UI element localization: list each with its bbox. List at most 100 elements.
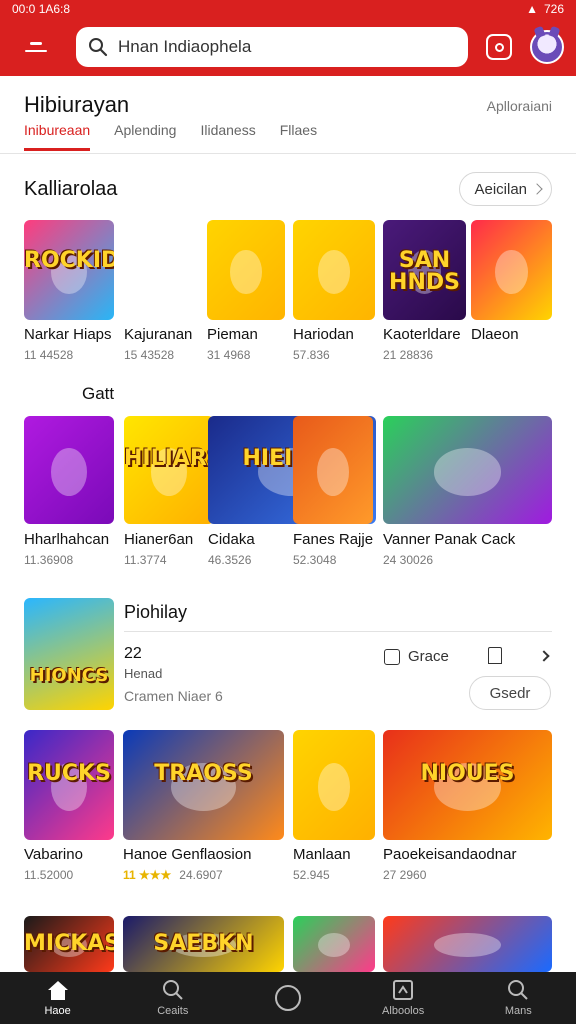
game-meta: 31 4968 bbox=[207, 348, 250, 362]
game-meta-value: 11 44528 bbox=[24, 348, 74, 362]
section-title: Kalliarolaa bbox=[24, 178, 118, 200]
game-name: Cidaka bbox=[208, 531, 255, 548]
game-meta: 11 44528 bbox=[24, 348, 73, 362]
featured-art-text: HIONCS bbox=[29, 665, 109, 687]
section-more-button[interactable]: Aeicilan bbox=[459, 172, 552, 206]
page-header: Hibiurayan Aplloraiani Inibureaan Aplend… bbox=[0, 76, 576, 154]
nav-home[interactable]: Haoe bbox=[8, 979, 108, 1017]
game-meta-value: 46.3526 bbox=[208, 553, 252, 567]
game-tile[interactable] bbox=[124, 220, 200, 320]
game-tile[interactable] bbox=[471, 220, 552, 320]
game-art-text: SAN HNDS bbox=[389, 248, 460, 295]
game-tile[interactable] bbox=[24, 416, 114, 524]
game-meta-value: 52.945 bbox=[293, 868, 330, 882]
character-icon bbox=[433, 448, 502, 496]
game-meta-value: 11.3774 bbox=[124, 553, 167, 567]
game-name: Hharlhahcan bbox=[24, 531, 110, 548]
section-title: Gatt bbox=[82, 384, 115, 403]
tab-0[interactable]: Inibureaan bbox=[24, 122, 91, 151]
game-name: Pieman bbox=[207, 326, 258, 343]
game-tile[interactable]: RUCKS bbox=[24, 730, 114, 840]
game-tile[interactable]: SAN HNDS bbox=[383, 220, 466, 320]
game-meta: 24 30026 bbox=[383, 553, 433, 567]
nav-library[interactable]: Alboolos bbox=[353, 979, 453, 1017]
featured-game-tile[interactable]: HIONCS bbox=[24, 598, 114, 710]
game-tile[interactable]: HILIARS bbox=[124, 416, 214, 524]
game-tile[interactable] bbox=[293, 416, 373, 524]
character-icon bbox=[51, 448, 87, 496]
game-meta: 27 2960 bbox=[383, 868, 426, 882]
status-time: 00:0 1A6:8 bbox=[12, 2, 71, 16]
game-tile[interactable]: MICKAS bbox=[24, 916, 114, 972]
nav-more[interactable]: Mans bbox=[468, 979, 568, 1017]
game-meta: 46.3526 bbox=[208, 553, 251, 567]
circle-icon bbox=[274, 985, 301, 1011]
game-tile[interactable] bbox=[293, 730, 375, 840]
game-meta: 11.36908 bbox=[24, 553, 73, 567]
game-name: Manlaan bbox=[293, 846, 351, 863]
game-meta-value: 57.836 bbox=[293, 348, 330, 362]
camera-icon[interactable] bbox=[486, 34, 512, 60]
featured-line-3: Cramen Niaer 6 bbox=[124, 688, 223, 704]
nav-center[interactable] bbox=[238, 984, 338, 1012]
avatar[interactable] bbox=[530, 30, 564, 64]
bookmark-button[interactable] bbox=[488, 647, 502, 664]
bookmark-icon bbox=[488, 647, 502, 664]
game-name: Kajuranan bbox=[124, 326, 193, 343]
featured-title: Piohilay bbox=[124, 602, 188, 622]
nav-search[interactable]: Ceaits bbox=[123, 979, 223, 1017]
game-name: Hanoe Genflaosion bbox=[123, 846, 252, 863]
game-meta-value: 27 2960 bbox=[383, 868, 427, 882]
game-tile[interactable]: TRAOSS bbox=[123, 730, 284, 840]
game-tile[interactable] bbox=[293, 220, 375, 320]
chevron-right-icon bbox=[538, 650, 550, 662]
nav-label: Ceaits bbox=[157, 1005, 189, 1017]
game-name: Vanner Panak Cack bbox=[383, 531, 516, 548]
home-icon bbox=[47, 981, 68, 1000]
nav-label: Haoe bbox=[44, 1005, 71, 1017]
page-title: Hibiurayan bbox=[24, 92, 130, 117]
search-bar[interactable] bbox=[76, 27, 468, 67]
game-meta-value: 11.36908 bbox=[24, 553, 74, 567]
search-icon bbox=[162, 980, 183, 1000]
game-name: Kaoterldare bbox=[383, 326, 461, 343]
game-meta-value: 31 4968 bbox=[207, 348, 251, 362]
game-tile[interactable]: NIOUES bbox=[383, 730, 552, 840]
game-name: Hianer6an bbox=[124, 531, 194, 548]
game-tile[interactable] bbox=[383, 916, 552, 972]
featured-line-2: Henad bbox=[124, 666, 163, 681]
game-meta-value: 52.3048 bbox=[293, 553, 337, 567]
game-name: Hariodan bbox=[293, 326, 354, 343]
featured-action-button[interactable]: Gsedr bbox=[469, 676, 551, 710]
wifi-icon: ▲ bbox=[526, 2, 538, 16]
next-button[interactable] bbox=[538, 650, 550, 662]
game-tile[interactable] bbox=[207, 220, 285, 320]
tab-3[interactable]: Fllaes bbox=[280, 122, 317, 151]
game-tile[interactable] bbox=[383, 416, 552, 524]
menu-icon[interactable] bbox=[14, 25, 58, 69]
game-art-text: NIOUES bbox=[420, 761, 515, 786]
game-art-text: MICKAS bbox=[24, 930, 114, 956]
divider bbox=[124, 631, 552, 632]
game-meta: 21 28836 bbox=[383, 348, 433, 362]
search-icon bbox=[89, 38, 108, 57]
checkbox-icon bbox=[384, 648, 400, 665]
featured-game-art bbox=[24, 598, 114, 710]
game-meta: 52.3048 bbox=[293, 553, 336, 567]
header-action-link[interactable]: Aplloraiani bbox=[487, 98, 552, 114]
character-icon bbox=[495, 250, 528, 294]
search-input[interactable] bbox=[118, 37, 438, 57]
battery-value: 726 bbox=[543, 2, 564, 16]
game-meta: 52.945 bbox=[293, 868, 330, 882]
game-meta-value: 11.52000 bbox=[24, 868, 74, 882]
tab-1[interactable]: Aplending bbox=[114, 122, 176, 151]
character-icon bbox=[146, 250, 178, 294]
game-meta: 57.836 bbox=[293, 348, 330, 362]
grace-button[interactable]: Grace bbox=[384, 648, 449, 665]
nav-label: Mans bbox=[504, 1005, 532, 1017]
tab-2[interactable]: Ilidaness bbox=[200, 122, 255, 151]
game-tile[interactable]: SAEBKN bbox=[123, 916, 284, 972]
character-icon bbox=[317, 448, 349, 496]
game-tile[interactable]: ROCKIDWS bbox=[24, 220, 114, 320]
game-tile[interactable] bbox=[293, 916, 375, 972]
